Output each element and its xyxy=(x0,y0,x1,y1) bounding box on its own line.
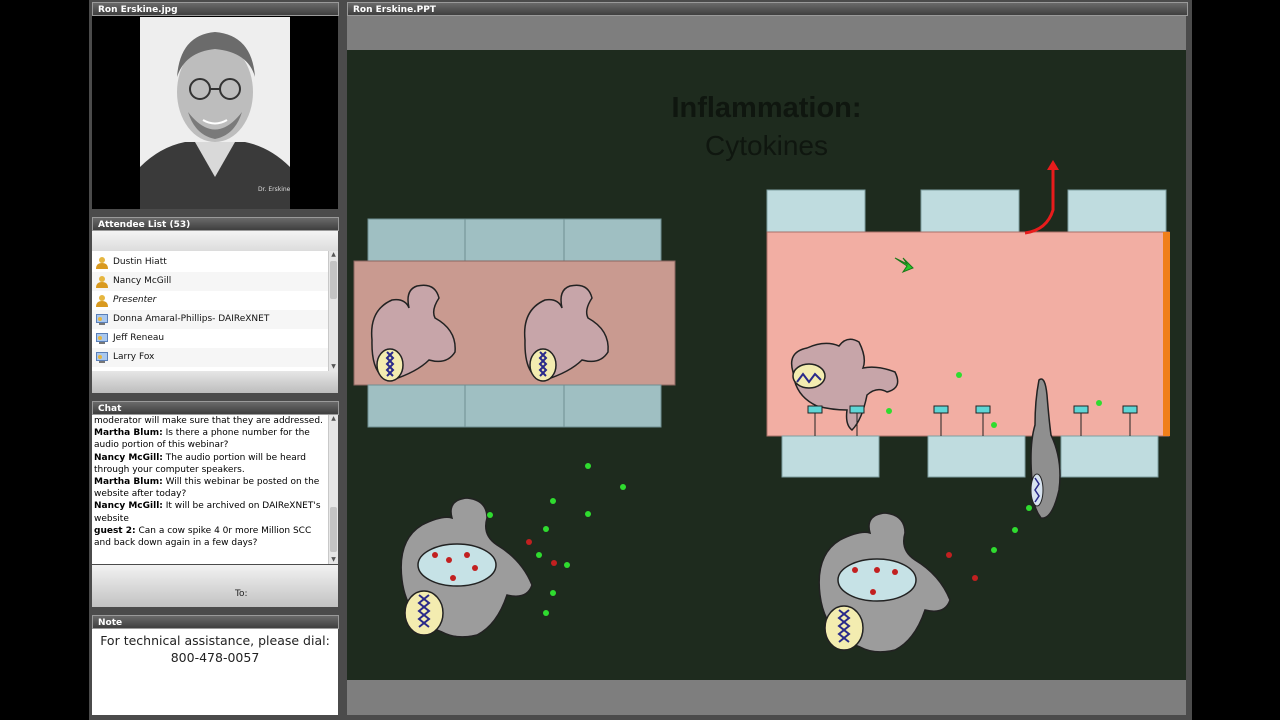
chat-log[interactable]: moderator will make sure that they are a… xyxy=(92,415,338,564)
host-user-icon xyxy=(96,295,108,307)
presenter-panel-title: Ron Erskine.jpg xyxy=(92,2,339,16)
red-arrow-icon xyxy=(1024,168,1055,235)
presenter-photo: Dr. Erskine xyxy=(140,17,290,209)
attendee-row[interactable]: Jeff Reneau xyxy=(92,329,328,348)
note-line-1: For technical assistance, please dial: xyxy=(100,633,330,648)
chat-to-label: To: xyxy=(235,589,248,599)
attendee-row[interactable]: Presenter xyxy=(92,291,328,310)
attendee-name: Donna Amaral-Phillips- DAIReXNET xyxy=(113,314,270,324)
attendee-name: Presenter xyxy=(113,295,157,305)
chat-message: guest 2: Can a cow spike 4 0r more Milli… xyxy=(94,525,312,549)
immune-cell-lower-left xyxy=(400,497,533,638)
attendee-name: Nancy McGill xyxy=(113,276,172,286)
slide-illustration xyxy=(353,160,1170,653)
attendee-icon xyxy=(96,352,108,363)
attendee-name: Dustin Hiatt xyxy=(113,257,167,267)
slide-canvas: Inflammation: Cytokines xyxy=(347,50,1186,680)
svg-text:Dr. Erskine: Dr. Erskine xyxy=(258,186,290,193)
attendee-footer xyxy=(92,371,338,393)
scroll-down-icon[interactable]: ▼ xyxy=(329,363,338,371)
scroll-up-icon[interactable]: ▲ xyxy=(329,251,338,259)
slide-viewer: Inflammation: Cytokines xyxy=(347,16,1186,715)
note-panel: For technical assistance, please dial: 8… xyxy=(92,629,338,715)
attendee-scrollbar[interactable]: ▲ ▼ xyxy=(328,251,338,371)
chat-message: moderator will make sure that they are a… xyxy=(94,416,323,426)
note-title: Note xyxy=(92,615,339,629)
chat-message: Martha Blum: Is there a phone number for… xyxy=(94,428,310,451)
chat-message: Nancy McGill: It will be archived on DAI… xyxy=(94,501,321,524)
immune-cell-lower-right xyxy=(818,512,951,653)
scroll-thumb[interactable] xyxy=(330,261,337,299)
chat-title: Chat xyxy=(92,401,339,415)
attendee-row[interactable]: Donna Amaral-Phillips- DAIReXNET xyxy=(92,310,328,329)
attendee-row[interactable]: Dustin Hiatt xyxy=(92,253,328,272)
scroll-up-icon[interactable]: ▲ xyxy=(329,415,338,423)
attendee-icon xyxy=(96,333,108,344)
host-user-icon xyxy=(96,276,108,288)
chat-messages: moderator will make sure that they are a… xyxy=(94,415,326,549)
chat-message: Martha Blum: Will this webinar be posted… xyxy=(94,477,320,500)
attendee-name: Jeff Reneau xyxy=(113,333,165,343)
note-phone: 800-478-0057 xyxy=(170,650,260,665)
attendee-row[interactable]: Nancy McGill xyxy=(92,272,328,291)
chat-scrollbar[interactable]: ▲ ▼ xyxy=(328,415,338,564)
attendee-list-title: Attendee List (53) xyxy=(92,217,339,231)
scroll-down-icon[interactable]: ▼ xyxy=(329,556,338,564)
right-blood-vessel xyxy=(766,189,1170,478)
host-user-icon xyxy=(96,257,108,269)
chat-input[interactable] xyxy=(92,565,338,607)
red-arrowhead-icon xyxy=(1047,160,1059,170)
attendee-icon xyxy=(96,314,108,325)
scroll-thumb[interactable] xyxy=(330,507,337,552)
attendee-list[interactable]: Dustin Hiatt Nancy McGill Presenter Donn… xyxy=(92,251,338,371)
slide-panel-title: Ron Erskine.PPT xyxy=(347,2,1188,16)
chat-message: Nancy McGill: The audio portion will be … xyxy=(94,452,307,475)
attendee-name: Larry Fox xyxy=(113,352,155,362)
attendee-row[interactable]: Larry Fox xyxy=(92,348,328,367)
attendee-toolbar xyxy=(92,231,338,251)
